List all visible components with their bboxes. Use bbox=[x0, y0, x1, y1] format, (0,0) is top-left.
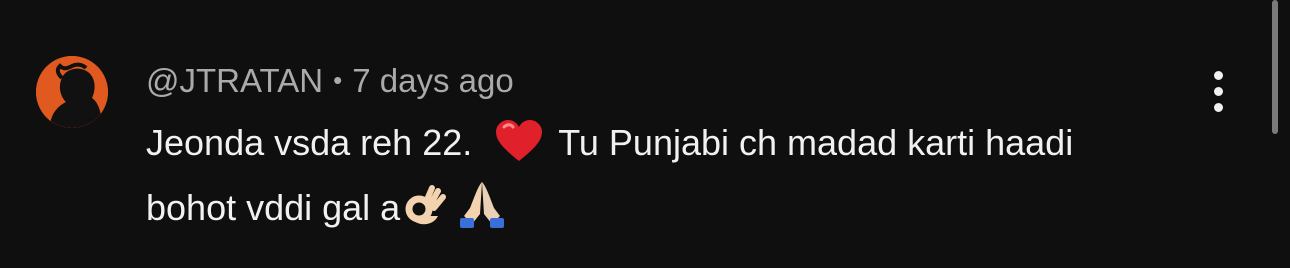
more-vert-icon bbox=[1213, 70, 1223, 80]
more-options-button[interactable] bbox=[1196, 66, 1240, 116]
author-handle[interactable]: @JTRATAN bbox=[146, 62, 323, 99]
comment-text: Jeonda vsda reh 22. Tu Punjabi ch madad k… bbox=[146, 116, 1146, 243]
more-vert-dot bbox=[1213, 102, 1223, 112]
meta-separator: • bbox=[333, 65, 343, 95]
folded-hands-emoji-icon bbox=[456, 178, 508, 243]
heart-emoji-icon bbox=[494, 119, 544, 178]
comment-timestamp[interactable]: 7 days ago bbox=[352, 62, 513, 99]
ok-hand-emoji-icon bbox=[402, 182, 448, 243]
comment-meta: @JTRATAN • 7 days ago bbox=[146, 58, 514, 103]
comment-item: @JTRATAN • 7 days ago Jeonda vsda reh 22. T… bbox=[0, 0, 1290, 268]
more-vert-dot bbox=[1213, 86, 1223, 96]
avatar[interactable] bbox=[36, 56, 108, 128]
scrollbar[interactable] bbox=[1272, 0, 1278, 134]
comment-text-part1: Jeonda vsda reh 22. bbox=[146, 122, 473, 163]
avatar-silhouette-icon bbox=[36, 56, 108, 128]
